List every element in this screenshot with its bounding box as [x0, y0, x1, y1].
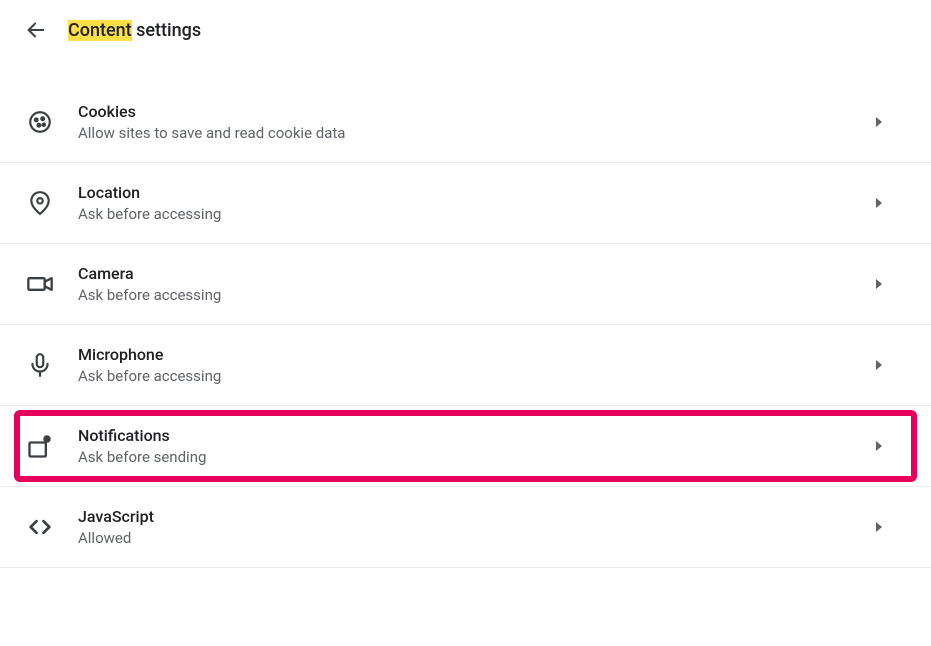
cookie-icon	[24, 106, 56, 138]
chevron-right-icon	[869, 117, 889, 127]
setting-row-microphone[interactable]: Microphone Ask before accessing	[0, 324, 931, 405]
page-title: Content settings	[68, 20, 201, 41]
row-title: Cookies	[78, 102, 869, 121]
setting-row-javascript[interactable]: JavaScript Allowed	[0, 486, 931, 568]
chevron-right-icon	[869, 441, 889, 451]
title-highlighted: Content	[68, 20, 132, 41]
page-header: Content settings	[0, 0, 931, 82]
settings-list: Cookies Allow sites to save and read coo…	[0, 82, 931, 568]
row-subtitle: Ask before sending	[78, 448, 869, 466]
row-content: Notifications Ask before sending	[78, 426, 869, 466]
row-content: Cookies Allow sites to save and read coo…	[78, 102, 869, 142]
row-content: Microphone Ask before accessing	[78, 345, 869, 385]
row-content: Camera Ask before accessing	[78, 264, 869, 304]
chevron-right-icon	[869, 198, 889, 208]
setting-row-notifications[interactable]: Notifications Ask before sending	[0, 405, 931, 486]
setting-row-location[interactable]: Location Ask before accessing	[0, 162, 931, 243]
title-rest: settings	[132, 20, 201, 41]
row-title: Location	[78, 183, 869, 202]
setting-row-cookies[interactable]: Cookies Allow sites to save and read coo…	[0, 82, 931, 162]
notifications-icon	[24, 430, 56, 462]
setting-row-camera[interactable]: Camera Ask before accessing	[0, 243, 931, 324]
row-content: JavaScript Allowed	[78, 507, 869, 547]
chevron-right-icon	[869, 279, 889, 289]
row-title: Camera	[78, 264, 869, 283]
chevron-right-icon	[869, 360, 889, 370]
arrow-left-icon	[25, 19, 47, 41]
row-subtitle: Ask before accessing	[78, 205, 869, 223]
row-subtitle: Allowed	[78, 529, 869, 547]
back-button[interactable]	[24, 18, 48, 42]
microphone-icon	[24, 349, 56, 381]
location-icon	[24, 187, 56, 219]
code-icon	[24, 511, 56, 543]
row-subtitle: Allow sites to save and read cookie data	[78, 124, 869, 142]
row-subtitle: Ask before accessing	[78, 367, 869, 385]
row-subtitle: Ask before accessing	[78, 286, 869, 304]
row-title: Microphone	[78, 345, 869, 364]
row-title: JavaScript	[78, 507, 869, 526]
row-title: Notifications	[78, 426, 869, 445]
row-content: Location Ask before accessing	[78, 183, 869, 223]
chevron-right-icon	[869, 522, 889, 532]
camera-icon	[24, 268, 56, 300]
